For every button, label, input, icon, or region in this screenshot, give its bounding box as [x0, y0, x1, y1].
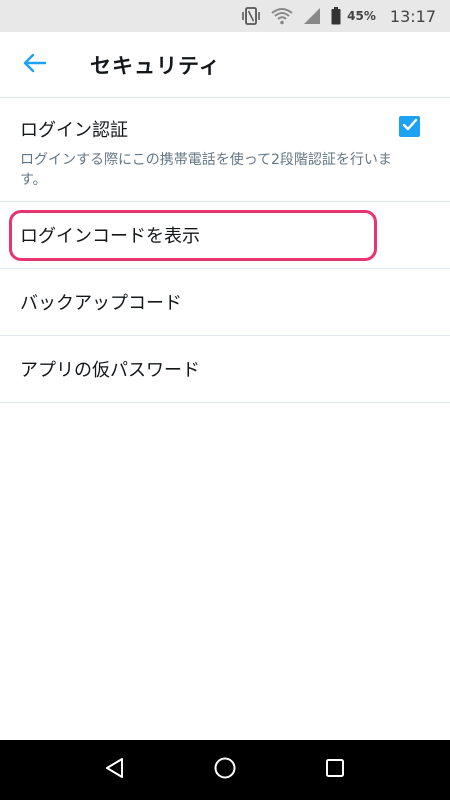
- login-auth-title: ログイン認証: [20, 120, 128, 141]
- list-item-label: バックアップコード: [20, 293, 182, 314]
- signal-icon: [303, 7, 321, 25]
- nav-home-button[interactable]: [205, 750, 245, 790]
- nav-recents-button[interactable]: [315, 750, 355, 790]
- settings-list: ログイン認証 ログインする際にこの携帯電話を使って2段階認証を行います。 ログイ…: [0, 98, 450, 403]
- home-circle-icon: [213, 756, 237, 784]
- back-button[interactable]: [12, 42, 58, 88]
- login-auth-checkbox[interactable]: [399, 116, 420, 137]
- battery-percent: 45%: [347, 9, 376, 23]
- vibrate-icon: [241, 7, 261, 25]
- wifi-icon: [271, 7, 293, 25]
- highlight-box: [9, 210, 377, 261]
- recents-square-icon: [324, 757, 346, 783]
- login-auth-setting[interactable]: ログイン認証 ログインする際にこの携帯電話を使って2段階認証を行います。: [0, 98, 450, 202]
- backup-code-item[interactable]: バックアップコード: [0, 269, 450, 336]
- arrow-left-icon: [23, 53, 47, 77]
- list-item-label: アプリの仮パスワード: [20, 360, 200, 381]
- login-auth-description: ログインする際にこの携帯電話を使って2段階認証を行います。: [20, 152, 392, 188]
- show-login-code-item[interactable]: ログインコードを表示: [0, 202, 450, 269]
- clock: 13:17: [389, 6, 436, 26]
- page-title: セキュリティ: [90, 53, 221, 78]
- app-bar: セキュリティ: [0, 32, 450, 98]
- status-bar: 45% 13:17: [0, 0, 450, 32]
- app-temp-password-item[interactable]: アプリの仮パスワード: [0, 336, 450, 403]
- nav-back-button[interactable]: [95, 750, 135, 790]
- back-triangle-icon: [104, 757, 126, 783]
- battery-icon: [331, 7, 341, 25]
- navigation-bar: [0, 740, 450, 800]
- check-icon: [402, 117, 418, 136]
